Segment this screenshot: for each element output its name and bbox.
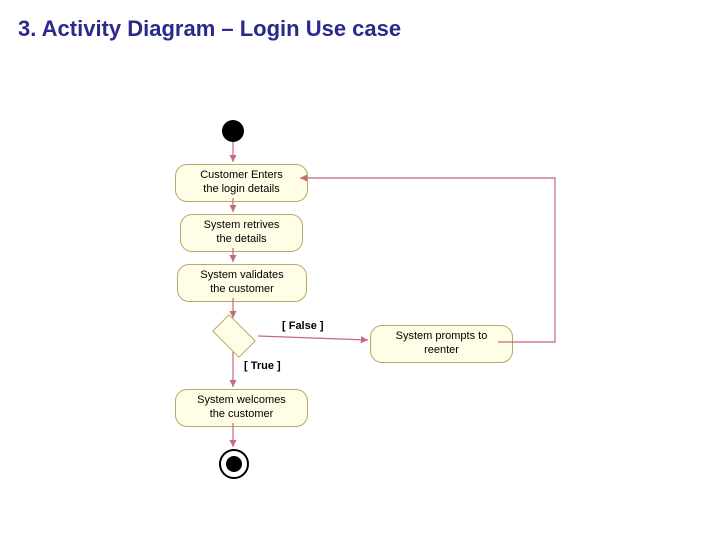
activity-system-retrieves: System retrives the details (180, 214, 303, 252)
guard-false: [ False ] (282, 320, 324, 332)
activity-system-prompts: System prompts to reenter (370, 325, 513, 363)
final-node (219, 449, 249, 479)
activity-customer-enters: Customer Enters the login details (175, 164, 308, 202)
connectors (0, 42, 720, 522)
activity-system-welcomes: System welcomes the customer (175, 389, 308, 427)
activity-system-validates: System validates the customer (177, 264, 307, 302)
initial-node (222, 120, 244, 142)
diagram-canvas: Customer Enters the login details System… (0, 42, 720, 522)
decision-node (212, 314, 256, 358)
guard-true: [ True ] (244, 360, 281, 372)
page-title: 3. Activity Diagram – Login Use case (0, 0, 720, 42)
